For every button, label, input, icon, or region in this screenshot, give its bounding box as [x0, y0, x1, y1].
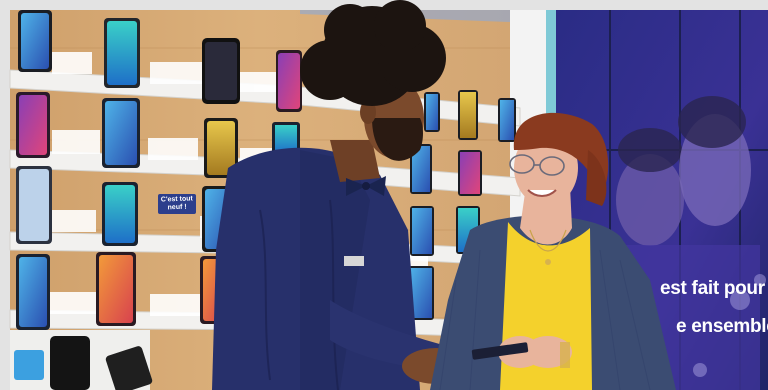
poster-slogan-line-2: e ensemble [676, 316, 768, 337]
photo-scene: C'est tout neuf ! est fait pour e ensemb… [0, 0, 768, 390]
poster-slogan-line-1: est fait pour [660, 278, 765, 299]
store-photo [0, 0, 768, 390]
shelf-tag-text: C'est tout neuf ! [160, 195, 193, 212]
